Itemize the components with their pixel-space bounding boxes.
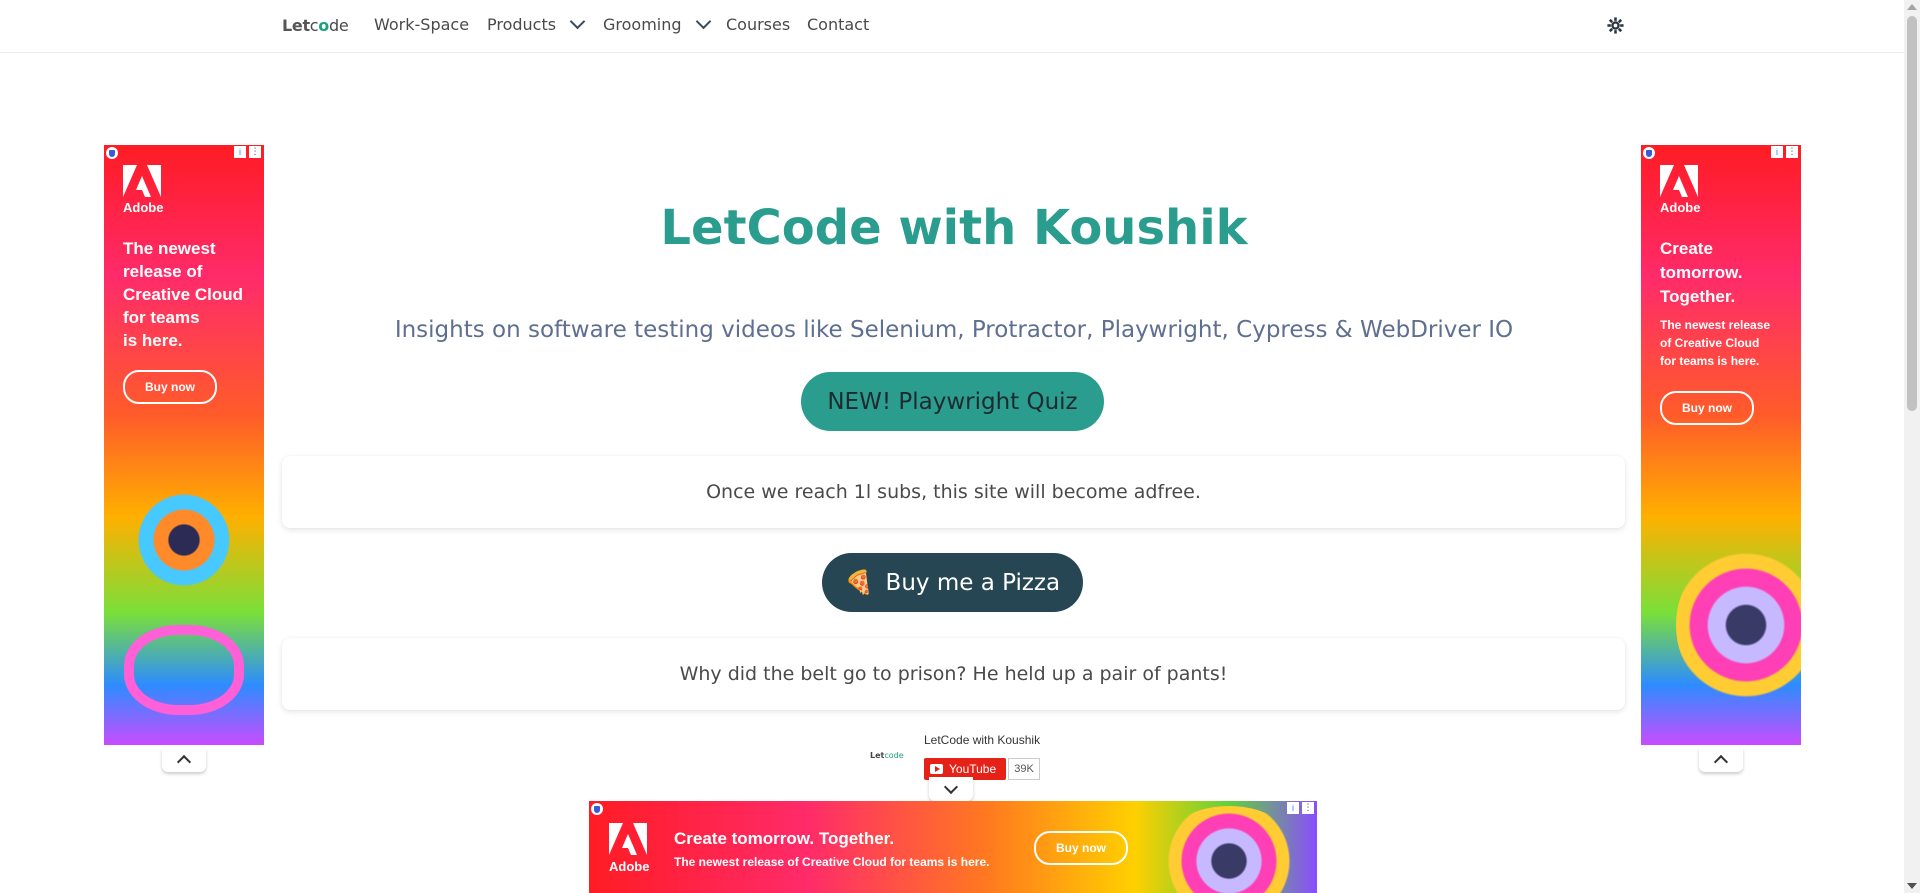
ad-headline-line: is here. [123,331,183,350]
scroll-up-arrow-icon[interactable] [1907,4,1917,10]
nav-products-label: Products [487,15,557,34]
ad-brand-text: Adobe [1660,200,1701,215]
ad-headline-line: The newest [123,239,216,258]
ad-buy-now-button[interactable]: Buy now [123,370,217,404]
page-title: LetCode with Koushik [660,200,1248,256]
youtube-button-label: YouTube [949,762,997,776]
ad-headline-line: for teams [123,308,200,327]
ad-info-icon[interactable]: i [1287,802,1299,814]
youtube-play-icon [930,764,943,774]
ad-artwork [1676,545,1801,705]
ad-subtext-line: The newest release [1660,318,1771,332]
joke-text: Why did the belt go to prison? He held u… [679,663,1228,685]
ad-headline-line: release of [123,262,203,281]
brand-text-de: de [329,16,349,35]
adfree-notice-text: Once we reach 1l subs, this site will be… [706,481,1201,503]
nav-contact-label: Contact [807,15,870,34]
yt-logo-let: Let [870,751,885,760]
adobe-logo-icon [609,823,647,855]
chevron-down-icon [695,13,711,30]
youtube-subscriber-count: 39K [1008,758,1040,780]
nav-workspace-label: Work-Space [374,15,470,34]
ad-headline: Create tomorrow. Together. [1660,237,1742,309]
adobe-logo-icon [123,165,161,197]
ad-headline-line: Together. [1660,287,1736,306]
scrollbar-thumb[interactable] [1907,16,1917,411]
quiz-button-label: NEW! Playwright Quiz [827,388,1078,415]
yt-logo-code: code [884,751,904,760]
ad-shield-icon [1643,147,1655,159]
right-sidebar-ad[interactable]: i ⋮ Adobe Create tomorrow. Together. The… [1641,145,1801,745]
right-ad-collapse-button[interactable] [1699,748,1743,772]
youtube-channel-name[interactable]: LetCode with Koushik [924,733,1040,747]
page-subtitle: Insights on software testing videos like… [394,317,1514,343]
page-scrollbar[interactable] [1904,0,1920,893]
gear-icon [1607,17,1624,34]
nav-courses[interactable]: Courses [726,15,790,34]
ad-headline-line: Creative Cloud [123,285,243,304]
chevron-down-icon [569,13,586,30]
ad-buy-now-button[interactable]: Buy now [1034,831,1128,865]
left-sidebar-ad[interactable]: i ⋮ Adobe The newest release of Creative… [104,145,264,745]
ad-menu-icon[interactable]: ⋮ [249,146,261,158]
nav-grooming-label: Grooming [603,15,682,34]
ad-buy-now-button[interactable]: Buy now [1660,391,1754,425]
nav-contact[interactable]: Contact [807,15,869,34]
ad-artwork [1154,806,1304,893]
ad-headline-line: tomorrow. [1660,263,1743,282]
top-navbar: Letcode Work-Space Products Grooming Cou… [0,0,1904,53]
youtube-channel-logo[interactable]: Letcode [870,751,904,760]
ad-shield-icon [106,147,118,159]
ad-menu-icon[interactable]: ⋮ [1786,146,1798,158]
ad-info-icon[interactable]: i [1771,146,1783,158]
scroll-down-arrow-icon[interactable] [1907,883,1917,889]
nav-grooming-dropdown[interactable]: Grooming [603,13,711,34]
adfree-notice-card: Once we reach 1l subs, this site will be… [282,456,1625,528]
ad-subtext-line: of Creative Cloud [1660,336,1760,350]
chevron-down-icon [943,779,959,795]
pizza-button-label: Buy me a Pizza [885,569,1061,596]
chevron-up-icon [1713,754,1729,770]
brand-text-let: Let [282,16,310,35]
left-ad-collapse-button[interactable] [162,748,206,772]
ad-subtext-line: for teams is here. [1660,354,1760,368]
brand-text-o: o [318,16,329,35]
adobe-logo-icon [1660,165,1698,197]
theme-toggle-button[interactable] [1607,17,1624,34]
bottom-ad-collapse-button[interactable] [929,777,973,801]
ad-brand-text: Adobe [123,200,164,215]
nav-courses-label: Courses [726,15,791,34]
ad-artwork [124,625,244,715]
brand-logo[interactable]: Letcode [282,16,349,35]
playwright-quiz-button[interactable]: NEW! Playwright Quiz [801,372,1104,431]
ad-shield-icon [591,803,603,815]
nav-workspace[interactable]: Work-Space [374,15,469,34]
ad-brand-text: Adobe [609,859,650,874]
joke-card: Why did the belt go to prison? He held u… [282,638,1625,710]
ad-subtext: The newest release of Creative Cloud for… [1660,316,1770,370]
ad-headline: Create tomorrow. Together. [674,829,895,848]
ad-info-icon[interactable]: i [234,146,246,158]
ad-artwork [129,490,239,590]
pizza-icon: 🍕 [844,570,874,596]
chevron-up-icon [176,754,192,770]
ad-headline: The newest release of Creative Cloud for… [123,237,243,352]
ad-headline-line: Create [1660,239,1713,258]
buy-pizza-button[interactable]: 🍕 Buy me a Pizza [822,553,1083,612]
nav-products-dropdown[interactable]: Products [487,13,586,34]
ad-menu-icon[interactable]: ⋮ [1302,802,1314,814]
ad-subtext: The newest release of Creative Cloud for… [674,855,990,869]
bottom-banner-ad[interactable]: i ⋮ Adobe Create tomorrow. Together. The… [589,801,1317,893]
